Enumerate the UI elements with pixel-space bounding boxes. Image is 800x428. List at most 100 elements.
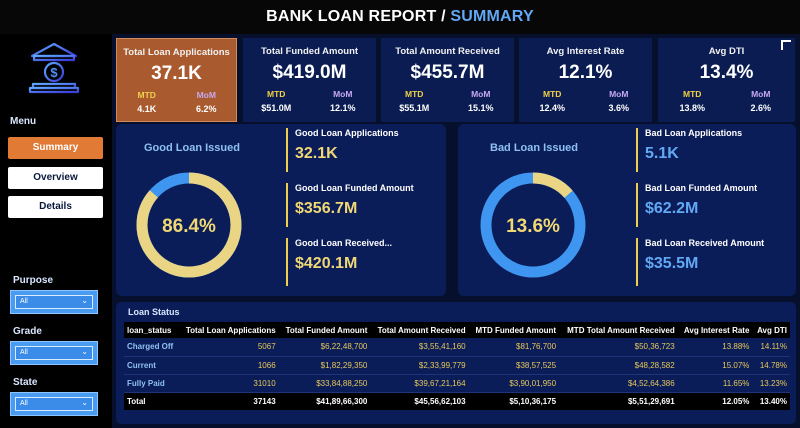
column-header[interactable]: MTD Funded Amount — [468, 322, 560, 338]
kpi-card-avg-interest-rate[interactable]: Avg Interest Rate 12.1% MTD MoM 12.4% 3.… — [519, 38, 652, 122]
kpi-value: 13.4% — [699, 62, 754, 83]
bank-dollar-icon: $ — [28, 40, 80, 98]
table-cell: $4,52,64,386 — [559, 374, 678, 393]
nav-summary-button[interactable]: Summary — [8, 137, 103, 159]
loan-status-panel: Loan Status loan_status Total Loan Appli… — [116, 302, 796, 424]
kpi-value: $419.0M — [272, 62, 347, 83]
column-header[interactable]: Total Funded Amount — [278, 322, 371, 338]
metric-value: 32.1K — [295, 145, 338, 162]
column-header[interactable]: Avg Interest Rate — [677, 322, 753, 338]
table-cell: $6,22,48,700 — [278, 338, 371, 357]
table-cell: $45,56,62,103 — [370, 392, 469, 410]
table-cell: $3,90,01,950 — [468, 374, 560, 393]
kpi-card-total-funded-amount[interactable]: Total Funded Amount $419.0M MTD MoM $51.… — [243, 38, 376, 122]
table-cell: Charged Off — [124, 338, 179, 357]
report-title-accent: SUMMARY — [450, 8, 534, 25]
bad-loan-panel: Bad Loan Issued 13.6% Bad Loan Applicati… — [458, 124, 796, 296]
nav-details-button[interactable]: Details — [8, 196, 103, 218]
good-loan-donut[interactable]: 86.4% — [134, 170, 244, 280]
table-cell: Fully Paid — [124, 374, 179, 393]
sidebar: $ Menu Summary Overview Details Purpose … — [0, 34, 112, 428]
kpi-value: 12.1% — [558, 62, 613, 83]
bad-loan-percent: 13.6% — [506, 216, 560, 237]
kpi-title: Avg DTI — [708, 46, 745, 57]
table-cell: 31010 — [178, 374, 279, 393]
chevron-down-icon: ⌄ — [81, 398, 88, 407]
table-total-row[interactable]: Total 37143 $41,89,66,300 $45,56,62,103 … — [124, 392, 790, 410]
kpi-mom-value: 6.2% — [195, 104, 217, 114]
bad-loan-title: Bad Loan Issued — [490, 142, 579, 154]
metric-value: 5.1K — [645, 145, 679, 162]
good-loan-title: Good Loan Issued — [144, 142, 240, 154]
kpi-mom-label: MoM — [196, 90, 216, 100]
state-filter-dropdown[interactable]: All ⌄ — [10, 392, 98, 416]
table-cell: 15.07% — [677, 356, 753, 375]
bad-loan-funded-metric: Bad Loan Funded Amount $62.2M — [636, 183, 757, 227]
grade-filter-dropdown[interactable]: All ⌄ — [10, 341, 98, 365]
state-filter-select[interactable]: All ⌄ — [15, 397, 93, 411]
metric-value: $356.7M — [295, 200, 358, 217]
metric-value: $35.5M — [645, 255, 699, 272]
loan-status-table: loan_status Total Loan Applications Tota… — [124, 322, 790, 410]
purpose-filter-dropdown[interactable]: All ⌄ — [10, 290, 98, 314]
kpi-mom-label: MoM — [333, 89, 353, 99]
table-row[interactable]: Fully Paid 31010 $33,84,88,250 $39,67,21… — [124, 374, 790, 393]
kpi-value: $455.7M — [410, 62, 485, 83]
good-loan-funded-metric: Good Loan Funded Amount $356.7M — [286, 183, 414, 227]
table-cell: $5,51,29,691 — [559, 392, 678, 410]
metric-label: Bad Loan Funded Amount — [645, 183, 758, 193]
table-row[interactable]: Charged Off 5067 $6,22,48,700 $3,55,41,1… — [124, 338, 790, 357]
table-cell: Current — [124, 356, 179, 375]
table-cell: 14.78% — [752, 356, 790, 375]
loan-status-title: Loan Status — [128, 307, 180, 317]
grade-filter-select[interactable]: All ⌄ — [15, 346, 93, 360]
bad-loan-donut[interactable]: 13.6% — [478, 170, 588, 280]
filter-label-purpose: Purpose — [13, 275, 54, 286]
kpi-mtd-label: MTD — [267, 89, 286, 99]
metric-label: Good Loan Funded Amount — [295, 183, 414, 193]
metric-value: $420.1M — [295, 255, 358, 272]
table-row[interactable]: Current 1066 $1,82,29,350 $2,33,99,779 $… — [124, 356, 790, 375]
table-cell: 1066 — [178, 356, 279, 375]
column-header[interactable]: loan_status — [124, 322, 179, 338]
kpi-card-total-loan-applications[interactable]: Total Loan Applications 37.1K MTD MoM 4.… — [116, 38, 237, 122]
kpi-card-total-amount-received[interactable]: Total Amount Received $455.7M MTD MoM $5… — [381, 38, 514, 122]
kpi-mom-value: 12.1% — [329, 103, 356, 113]
table-cell: 37143 — [178, 392, 279, 410]
table-cell: 14.11% — [752, 338, 790, 357]
kpi-mtd-value: 4.1K — [137, 104, 157, 114]
table-cell: 13.23% — [752, 374, 790, 393]
table-cell: $1,82,29,350 — [278, 356, 371, 375]
kpi-mtd-label: MTD — [137, 90, 156, 100]
kpi-card-avg-dti[interactable]: Avg DTI 13.4% MTD MoM 13.8% 2.6% — [658, 38, 795, 122]
kpi-mtd-value: $55.1M — [399, 103, 430, 113]
kpi-mom-value: 2.6% — [750, 103, 771, 113]
table-header-row: loan_status Total Loan Applications Tota… — [124, 322, 790, 338]
table-cell: $81,76,700 — [468, 338, 560, 357]
table-cell: 13.88% — [677, 338, 753, 357]
purpose-filter-select[interactable]: All ⌄ — [15, 295, 93, 309]
menu-label: Menu — [10, 116, 37, 127]
table-cell: $33,84,88,250 — [278, 374, 371, 393]
kpi-mtd-label: MTD — [543, 89, 562, 99]
column-header[interactable]: MTD Total Amount Received — [559, 322, 678, 338]
good-loan-percent: 86.4% — [162, 216, 216, 237]
kpi-title: Avg Interest Rate — [546, 46, 625, 57]
nav-overview-button[interactable]: Overview — [8, 167, 103, 189]
metric-value: $62.2M — [645, 200, 699, 217]
kpi-value: 37.1K — [151, 63, 202, 84]
metric-label: Good Loan Applications — [295, 128, 399, 138]
table-cell: 5067 — [178, 338, 279, 357]
column-header[interactable]: Total Amount Received — [370, 322, 469, 338]
table-cell: 11.65% — [677, 374, 753, 393]
metric-label: Bad Loan Applications — [645, 128, 743, 138]
bad-loan-applications-metric: Bad Loan Applications 5.1K — [636, 128, 742, 172]
purpose-filter-value: All — [20, 298, 28, 305]
column-header[interactable]: Avg DTI — [752, 322, 790, 338]
table-cell: 13.40% — [752, 392, 790, 410]
kpi-mom-label: MoM — [751, 89, 771, 99]
kpi-title: Total Loan Applications — [123, 47, 230, 58]
column-header[interactable]: Total Loan Applications — [178, 322, 279, 338]
table-cell: 12.05% — [677, 392, 753, 410]
kpi-mom-label: MoM — [471, 89, 491, 99]
